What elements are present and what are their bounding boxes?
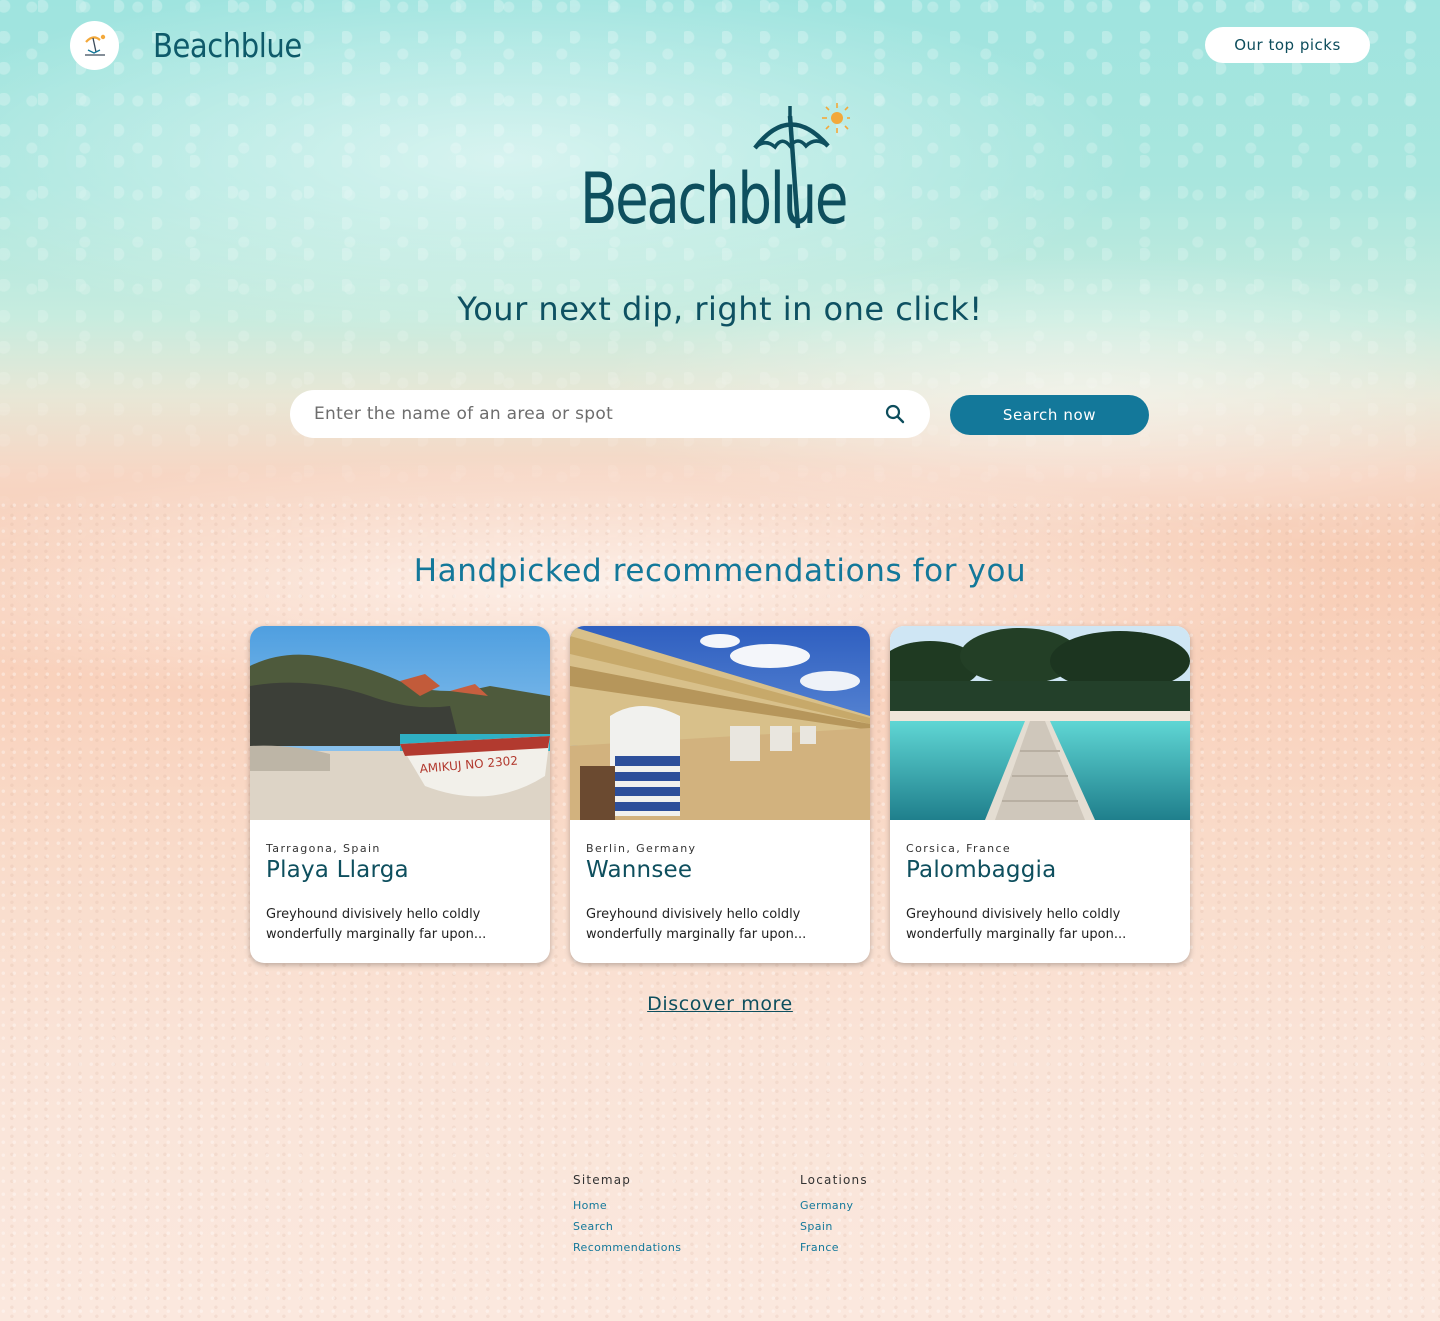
playa-llarga-photo: AMIKUJ NO 2302: [250, 626, 550, 820]
discover-more-link[interactable]: Discover more: [647, 993, 793, 1015]
palombaggia-photo: [890, 626, 1190, 820]
discover-more-container: Discover more: [0, 993, 1440, 1015]
card-description: Greyhound divisively hello coldly wonder…: [266, 907, 487, 942]
search-icon[interactable]: [884, 403, 906, 425]
search-input[interactable]: [314, 404, 884, 424]
logo-badge[interactable]: [70, 21, 119, 70]
footer-link-search[interactable]: Search: [573, 1220, 681, 1233]
footer-link-germany[interactable]: Germany: [800, 1199, 868, 1212]
footer-link-recommendations[interactable]: Recommendations: [573, 1241, 681, 1254]
recommendation-card-palombaggia[interactable]: Corsica, France Palombaggia Greyhound di…: [890, 626, 1190, 963]
card-title: Palombaggia: [906, 857, 1057, 883]
card-location: Tarragona, Spain: [266, 842, 381, 855]
card-location: Corsica, France: [906, 842, 1012, 855]
footer-link-france[interactable]: France: [800, 1241, 868, 1254]
footer-locations: Locations Germany Spain France: [800, 1173, 868, 1262]
footer-locations-heading: Locations: [800, 1173, 868, 1187]
card-description: Greyhound divisively hello coldly wonder…: [586, 907, 807, 942]
hero-tagline: Your next dip, right in one click!: [457, 290, 983, 328]
footer-link-spain[interactable]: Spain: [800, 1220, 868, 1233]
recommendation-card-playa-llarga[interactable]: AMIKUJ NO 2302 Tarragona, Spain Playa Ll…: [250, 626, 550, 963]
card-description: Greyhound divisively hello coldly wonder…: [906, 907, 1127, 942]
wannsee-photo: [570, 626, 870, 820]
search-now-button[interactable]: Search now: [950, 395, 1149, 435]
hero-brand-name: Beachblue: [580, 158, 848, 240]
recommendations-title: Handpicked recommendations for you: [413, 553, 1027, 589]
recommendation-card-wannsee[interactable]: Berlin, Germany Wannsee Greyhound divisi…: [570, 626, 870, 963]
search-bar: [290, 390, 930, 438]
recommendation-cards: AMIKUJ NO 2302 Tarragona, Spain Playa Ll…: [250, 626, 1190, 963]
card-title: Wannsee: [586, 857, 693, 883]
footer-sitemap-heading: Sitemap: [573, 1173, 632, 1187]
footer-sitemap: Sitemap Home Search Recommendations: [573, 1173, 681, 1262]
top-picks-button[interactable]: Our top picks: [1205, 27, 1370, 63]
ocean-foam-background: [0, 0, 1440, 560]
header-brand-name[interactable]: Beachblue: [153, 26, 302, 65]
card-title: Playa Llarga: [266, 857, 409, 883]
footer-link-home[interactable]: Home: [573, 1199, 681, 1212]
beach-chair-umbrella-icon: [84, 34, 105, 56]
card-location: Berlin, Germany: [586, 842, 697, 855]
hero-logo: Beachblue: [580, 100, 870, 245]
